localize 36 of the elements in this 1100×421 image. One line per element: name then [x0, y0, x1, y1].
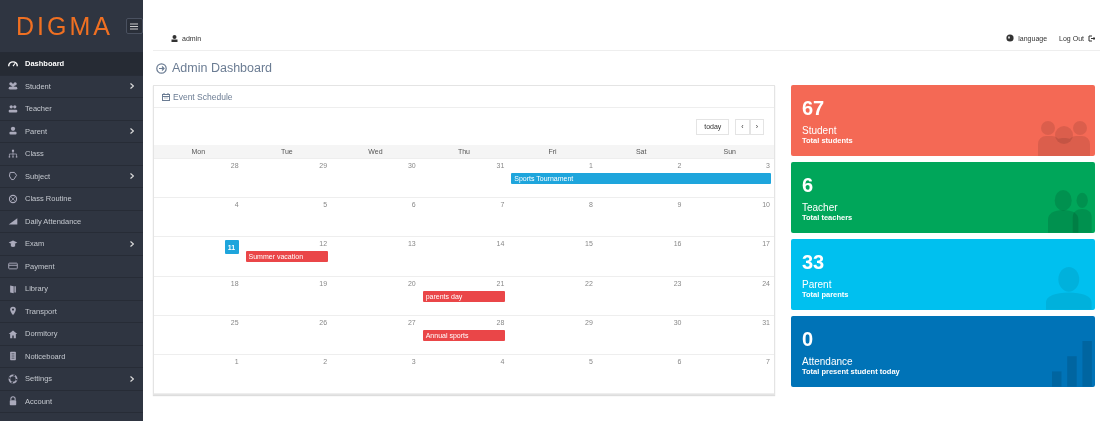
user-icon [8, 126, 18, 137]
stat-value: 0 [802, 328, 814, 350]
page-title: Admin Dashboard [172, 61, 273, 75]
graduation-cap-icon [8, 238, 18, 249]
lifebuoy-icon [8, 373, 18, 384]
stat-title: Student [802, 125, 837, 136]
notepad-icon [8, 351, 18, 362]
stat-value: 33 [802, 251, 825, 273]
menu-button[interactable] [125, 18, 143, 34]
circle-arrow-icon [156, 62, 167, 74]
book-icon [8, 283, 18, 294]
map-pin-icon [8, 306, 18, 317]
logout-icon [1088, 34, 1095, 42]
logo-text: DIGMA [16, 11, 113, 41]
bar-chart-icon [8, 216, 18, 227]
calendar-icon [162, 92, 170, 101]
stat-value: 6 [802, 174, 814, 196]
menu-icon [130, 22, 139, 30]
stat-title: Teacher [802, 202, 838, 213]
clock-icon [8, 193, 18, 204]
person-icon [1046, 266, 1092, 310]
stat-title: Attendance [802, 356, 853, 367]
bar-chart-icon [1052, 341, 1092, 387]
stat-title: Parent [802, 279, 832, 290]
user-icon [171, 35, 178, 42]
card-icon [8, 261, 18, 272]
hierarchy-icon [8, 148, 18, 159]
globe-icon [1006, 34, 1015, 42]
users-icon [8, 103, 18, 114]
group-icon [1036, 118, 1092, 156]
card-title: Event Schedule [173, 91, 233, 102]
lock-icon [8, 396, 18, 407]
teachers-icon [1048, 189, 1092, 233]
house-icon [8, 328, 18, 339]
gauge-icon [8, 58, 18, 69]
stat-value: 67 [802, 97, 825, 119]
